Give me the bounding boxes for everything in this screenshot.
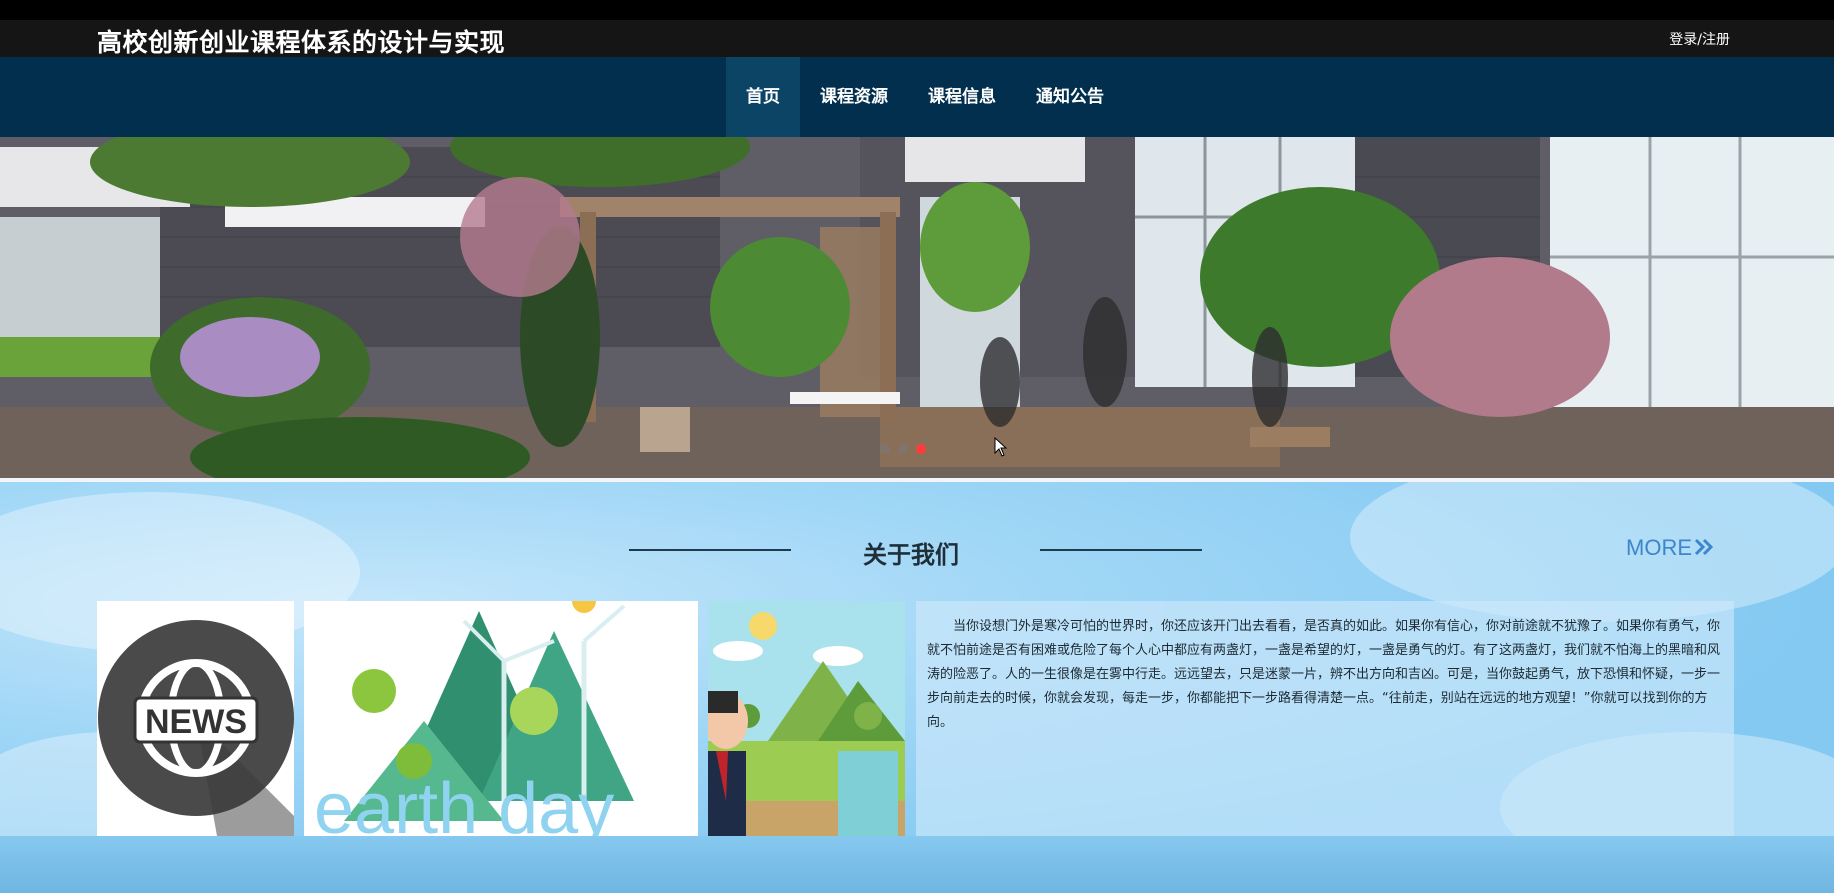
- about-text: 当你设想门外是寒冷可怕的世界时，你还应该开门出去看看，是否真的如此。如果你有信心…: [927, 619, 1721, 730]
- carousel-dot-1[interactable]: [880, 444, 890, 454]
- double-chevron-right-icon: [1694, 538, 1714, 556]
- section-title: 关于我们: [863, 541, 959, 569]
- nav-item-home[interactable]: 首页: [726, 57, 800, 137]
- title-line-left: [629, 549, 791, 551]
- more-label: MORE: [1626, 535, 1692, 560]
- banner-image: [0, 137, 1834, 478]
- nav-item-course-info[interactable]: 课程信息: [908, 57, 1016, 137]
- section-header: 关于我们: [0, 535, 1834, 569]
- globe-icon: NEWS: [97, 601, 294, 836]
- about-text-panel: 当你设想门外是寒冷可怕的世界时，你还应该开门出去看看，是否真的如此。如果你有信心…: [916, 601, 1734, 836]
- landscape-icon: [708, 601, 905, 836]
- main-nav: 首页 课程资源 课程信息 通知公告: [0, 57, 1834, 137]
- image-news[interactable]: NEWS: [97, 601, 294, 836]
- more-link[interactable]: MORE: [1626, 535, 1714, 561]
- earth-day-label: earth day: [314, 769, 614, 836]
- banner-carousel[interactable]: [0, 137, 1834, 478]
- nav-item-course-resources[interactable]: 课程资源: [800, 57, 908, 137]
- title-line-right: [1040, 549, 1202, 551]
- wind-turbine-icon: earth day: [304, 601, 698, 836]
- site-title: 高校创新创业课程体系的设计与实现: [97, 28, 506, 57]
- nav-items: 首页 课程资源 课程信息 通知公告: [726, 57, 1124, 137]
- mouse-cursor-icon: [994, 437, 1008, 457]
- news-label: NEWS: [145, 703, 247, 741]
- carousel-indicators: [880, 444, 926, 454]
- carousel-dot-2[interactable]: [898, 444, 908, 454]
- nav-item-notices[interactable]: 通知公告: [1016, 57, 1124, 137]
- login-register-link[interactable]: 登录/注册: [1669, 29, 1730, 49]
- image-earth-day[interactable]: earth day: [304, 601, 698, 836]
- image-landscape[interactable]: [708, 601, 905, 836]
- carousel-dot-3[interactable]: [916, 444, 926, 454]
- footer-strip: [0, 836, 1834, 893]
